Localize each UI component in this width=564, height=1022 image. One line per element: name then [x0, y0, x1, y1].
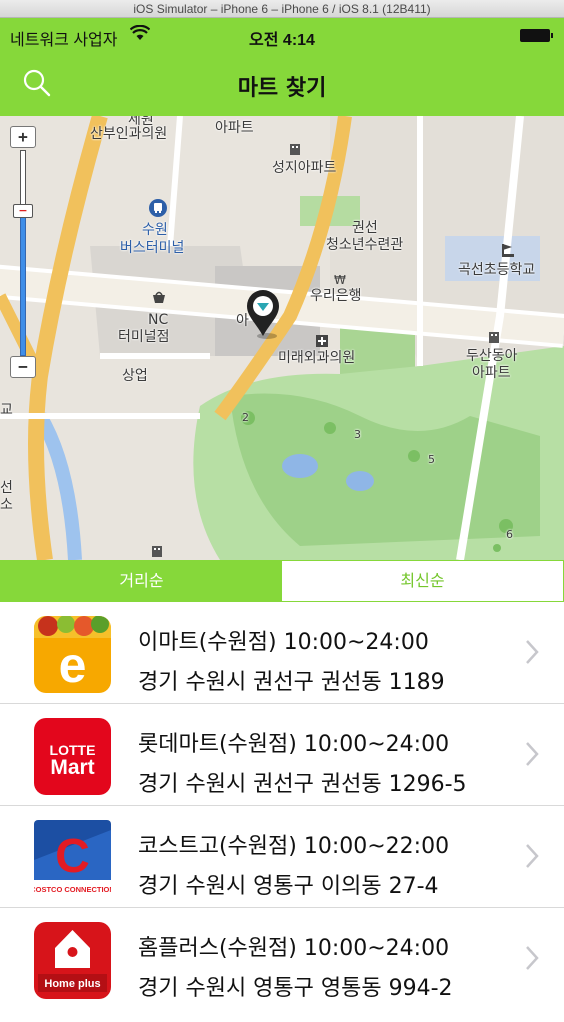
zoom-control: + − − [10, 126, 46, 398]
map-label: 선 [0, 480, 13, 496]
store-name-hours: 롯데마트(수원점) 10:00~24:00 [138, 732, 450, 757]
store-list: e 이마트(수원점) 10:00~24:00 경기 수원시 권선구 권선동 11… [0, 602, 564, 1010]
chevron-right-icon [526, 844, 539, 868]
map-label: 교 [0, 402, 13, 418]
building-icon [290, 144, 300, 155]
svg-text:C: C [55, 830, 90, 883]
zoom-in-button[interactable]: + [10, 126, 36, 148]
tab-distance[interactable]: 거리순 [1, 561, 282, 601]
store-name-hours: 코스트고(수원점) 10:00~22:00 [138, 834, 450, 859]
svg-text:COSTCO CONNECTION: COSTCO CONNECTION [34, 885, 111, 894]
map-label: 권선 [352, 220, 378, 236]
clinic-icon [316, 335, 328, 347]
chevron-right-icon [526, 946, 539, 970]
map-label: 수원 [142, 222, 168, 238]
emart-logo: e [34, 616, 111, 693]
navigation-bar: 마트 찾기 [0, 54, 564, 116]
map-label: 곡선초등학교 [458, 262, 536, 278]
course-number: 2 [242, 411, 249, 424]
bank-icon: ₩ [334, 273, 346, 286]
lotte-mart-logo: LOTTE Mart [34, 718, 111, 795]
location-pin-icon[interactable] [245, 288, 285, 340]
battery-icon [520, 29, 553, 42]
homeplus-logo: Home plus [34, 922, 111, 999]
page-title: 마트 찾기 [237, 76, 327, 101]
store-address: 경기 수원시 영통구 영통동 994-2 [138, 976, 453, 1001]
store-address: 경기 수원시 권선구 권선동 1296-5 [138, 772, 467, 797]
costco-logo: C COSTCO CONNECTION [34, 820, 111, 897]
building-icon [489, 332, 499, 343]
store-name-hours: 홈플러스(수원점) 10:00~24:00 [138, 936, 450, 961]
map-label: 버스터미널 [120, 240, 185, 256]
svg-text:₩: ₩ [334, 273, 346, 286]
zoom-track-upper [20, 150, 26, 210]
map-label: 상업 [122, 368, 148, 384]
store-row-costco[interactable]: C COSTCO CONNECTION 코스트고(수원점) 10:00~22:0… [0, 806, 564, 908]
map-label: 세원 [128, 116, 154, 128]
map-view[interactable]: 산부인과의원 세원 아파트 성지아파트 수원 버스터미널 권선 청소년수련관 곡… [0, 116, 564, 560]
building-icon [152, 546, 162, 557]
store-row-emart[interactable]: e 이마트(수원점) 10:00~24:00 경기 수원시 권선구 권선동 11… [0, 602, 564, 704]
map-label: 성지아파트 [272, 160, 337, 176]
sort-segmented-control: 거리순 최신순 [0, 560, 564, 602]
chevron-right-icon [526, 742, 539, 766]
map-label: 우리은행 [310, 288, 362, 304]
svg-text:Home plus: Home plus [44, 978, 100, 990]
map-label: 소 [0, 497, 13, 513]
map-label: NC [148, 312, 169, 328]
svg-text:Mart: Mart [50, 756, 94, 779]
map-label: 아파트 [472, 365, 511, 381]
svg-text:e: e [59, 637, 87, 693]
store-name-hours: 이마트(수원점) 10:00~24:00 [138, 630, 429, 655]
map-label: 터미널점 [118, 329, 170, 345]
zoom-slider-handle[interactable]: − [13, 204, 33, 218]
chevron-right-icon [526, 640, 539, 664]
store-row-homeplus[interactable]: Home plus 홈플러스(수원점) 10:00~24:00 경기 수원시 영… [0, 908, 564, 1010]
map-label: 청소년수련관 [326, 237, 404, 253]
store-address: 경기 수원시 영통구 이의동 27-4 [138, 874, 439, 899]
map-label: 두산동아 [466, 348, 518, 364]
store-address: 경기 수원시 권선구 권선동 1189 [138, 670, 445, 695]
tab-latest[interactable]: 최신순 [282, 561, 563, 601]
bus-icon [149, 199, 167, 217]
map-label: 아파트 [215, 120, 254, 136]
zoom-out-button[interactable]: − [10, 356, 36, 378]
status-bar: 네트워크 사업자 오전 4:14 [0, 18, 564, 54]
store-row-lotte-mart[interactable]: LOTTE Mart 롯데마트(수원점) 10:00~24:00 경기 수원시 … [0, 704, 564, 806]
course-number: 3 [354, 428, 361, 441]
shopping-icon [153, 291, 165, 303]
map-label: 미래외과의원 [278, 350, 356, 366]
header: 네트워크 사업자 오전 4:14 마트 찾기 [0, 18, 564, 116]
simulator-title-bar: iOS Simulator – iPhone 6 – iPhone 6 / iO… [0, 0, 564, 18]
app-screen: iOS Simulator – iPhone 6 – iPhone 6 / iO… [0, 0, 564, 1022]
course-number: 5 [428, 453, 435, 466]
course-number: 6 [506, 528, 513, 541]
clock: 오전 4:14 [249, 32, 315, 49]
school-icon [502, 244, 514, 257]
